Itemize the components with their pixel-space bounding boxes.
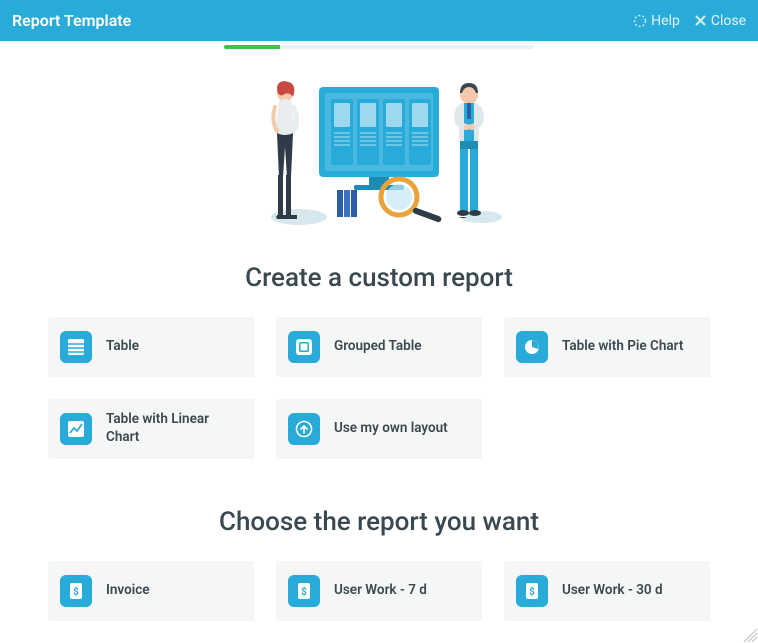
svg-text:$: $ — [529, 585, 535, 598]
invoice-icon: $ — [516, 575, 548, 607]
resize-grip[interactable] — [740, 625, 758, 643]
card-grouped-table[interactable]: Grouped Table — [276, 317, 482, 377]
invoice-icon: $ — [288, 575, 320, 607]
card-label: User Work - 30 d — [562, 582, 663, 600]
card-label: Grouped Table — [334, 338, 422, 356]
progress-fill — [224, 45, 280, 49]
help-label: Help — [651, 13, 680, 29]
close-label: Close — [711, 13, 746, 29]
card-label: User Work - 7 d — [334, 582, 427, 600]
dialog-title: Report Template — [12, 11, 131, 30]
hero-illustration — [0, 77, 758, 227]
card-table[interactable]: Table — [48, 317, 254, 377]
card-user-work-7d[interactable]: $ User Work - 7 d — [276, 561, 482, 621]
card-invoice[interactable]: $ Invoice — [48, 561, 254, 621]
card-table-pie[interactable]: Table with Pie Chart — [504, 317, 710, 377]
grouped-table-icon — [288, 331, 320, 363]
header-actions: Help Close — [633, 13, 746, 29]
svg-text:$: $ — [301, 585, 307, 598]
dialog-header: Report Template Help Close — [0, 0, 758, 41]
preset-report-grid: $ Invoice $ User Work - 7 d $ User Work … — [0, 561, 758, 621]
card-label: Use my own layout — [334, 420, 448, 438]
card-table-linear[interactable]: Table with Linear Chart — [48, 399, 254, 459]
table-icon — [60, 331, 92, 363]
card-label: Table — [106, 338, 139, 356]
card-label: Table with Linear Chart — [106, 411, 242, 446]
custom-report-grid: Table Grouped Table Table with Pie Chart… — [0, 317, 758, 459]
custom-report-heading: Create a custom report — [0, 263, 758, 293]
svg-text:$: $ — [73, 585, 79, 598]
help-icon — [633, 14, 647, 28]
help-button[interactable]: Help — [633, 13, 680, 29]
choose-report-heading: Choose the report you want — [0, 507, 758, 537]
close-button[interactable]: Close — [694, 13, 746, 29]
dialog-body-scroll[interactable]: Create a custom report Table Grouped Tab… — [0, 41, 758, 643]
progress-bar — [0, 45, 758, 49]
line-chart-icon — [60, 413, 92, 445]
card-label: Table with Pie Chart — [562, 338, 683, 356]
pie-chart-icon — [516, 331, 548, 363]
invoice-icon: $ — [60, 575, 92, 607]
close-icon — [694, 14, 707, 27]
upload-icon — [288, 413, 320, 445]
card-own-layout[interactable]: Use my own layout — [276, 399, 482, 459]
card-user-work-30d[interactable]: $ User Work - 30 d — [504, 561, 710, 621]
card-label: Invoice — [106, 582, 150, 600]
